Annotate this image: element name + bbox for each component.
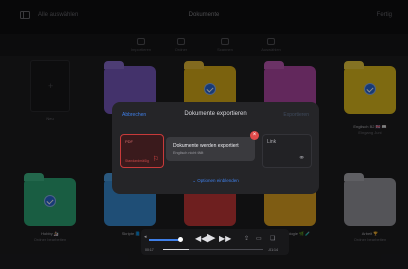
show-options-label: Optionen einblenden: [197, 178, 239, 183]
forward-icon[interactable]: ▶▶: [219, 234, 231, 243]
share-icon[interactable]: ⇪: [244, 235, 249, 242]
format-label: Link: [267, 139, 277, 145]
subtitles-icon[interactable]: ❏: [270, 235, 275, 242]
close-icon[interactable]: ×: [250, 131, 259, 140]
volume-low-icon: ◂: [144, 234, 147, 240]
media-player: ◂ ◀◀ ▶ ▶▶ ⇪ ▭ ❏ 00:17 -01:14: [141, 229, 289, 255]
rewind-icon[interactable]: ◀◀: [195, 234, 207, 243]
play-icon[interactable]: ▶: [207, 231, 215, 244]
pdf-icon: ⚐: [152, 156, 159, 163]
format-option-link[interactable]: Link ⚭: [262, 134, 312, 168]
volume-slider[interactable]: [149, 239, 181, 241]
format-sublabel: Standardmäßig: [125, 159, 149, 163]
export-button[interactable]: Exportieren: [283, 112, 309, 118]
app-screen: Alle auswählen Dokumente Fertig Importie…: [0, 0, 408, 269]
format-option-pdf[interactable]: PDF Standardmäßig ⚐: [120, 134, 164, 168]
export-progress-toast: Dokumente werden exportiert Englisch nic…: [166, 137, 255, 161]
toast-title: Dokumente werden exportiert: [173, 143, 239, 149]
elapsed-time: 00:17: [145, 248, 154, 252]
playback-progress: [163, 249, 189, 250]
show-options-button[interactable]: ⌄ Optionen einblenden: [112, 178, 319, 184]
volume-thumb[interactable]: [178, 237, 183, 242]
link-icon: ⚭: [298, 153, 305, 162]
toast-subtitle: Englisch nicht fällt: [173, 151, 204, 155]
format-label: PDF: [125, 139, 133, 144]
airplay-icon[interactable]: ▭: [256, 235, 262, 242]
remaining-time: -01:14: [268, 248, 278, 252]
